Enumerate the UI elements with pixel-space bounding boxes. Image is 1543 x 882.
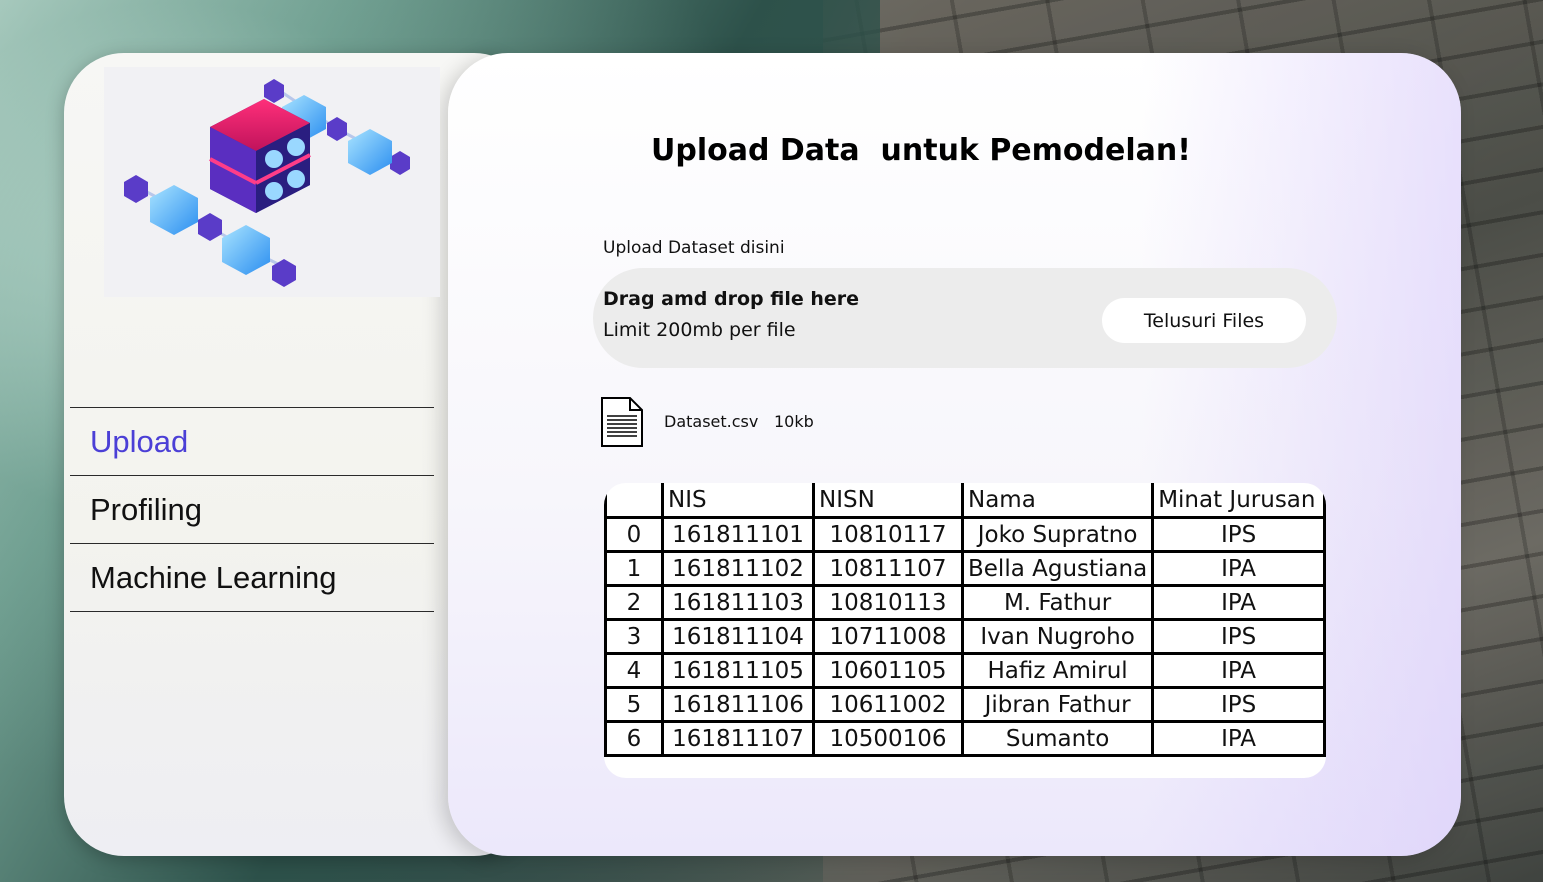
dropzone-limit-text: Limit 200mb per file (603, 319, 796, 341)
table-header-nis: NIS (661, 483, 815, 519)
browse-files-button[interactable]: Telusuri Files (1102, 298, 1306, 343)
table-cell: 0 (604, 516, 664, 553)
table-cell: 10811107 (812, 550, 964, 587)
data-server-network-illustration (104, 67, 440, 297)
table-cell: IPA (1151, 652, 1326, 689)
table-row: 4 161811105 10601105 Hafiz Amirul IPA (604, 652, 1326, 689)
table-cell: 161811101 (661, 516, 815, 553)
table-row: 5 161811106 10611002 Jibran Fathur IPS (604, 686, 1326, 723)
table-row: 6 161811107 10500106 Sumanto IPA (604, 720, 1326, 757)
sidebar-item-machine-learning[interactable]: Machine Learning (70, 543, 434, 612)
page-title: Upload Data untuk Pemodelan! (651, 133, 1191, 168)
table-cell: 10711008 (812, 618, 964, 655)
table-cell: 161811106 (661, 686, 815, 723)
table-cell: 161811103 (661, 584, 815, 621)
sidebar-nav: Upload Profiling Machine Learning (70, 407, 434, 612)
table-cell: IPS (1151, 686, 1326, 723)
table-cell: IPA (1151, 584, 1326, 621)
file-dropzone[interactable]: Drag amd drop file here Limit 200mb per … (593, 268, 1337, 368)
table-cell: Bella Agustiana (960, 550, 1155, 587)
table-cell: 10601105 (812, 652, 964, 689)
table-cell: 10810117 (812, 516, 964, 553)
table-cell: 161811104 (661, 618, 815, 655)
table-cell: 10611002 (812, 686, 964, 723)
table-row: 2 161811103 10810113 M. Fathur IPA (604, 584, 1326, 621)
table-cell: 1 (604, 550, 664, 587)
table-header-minat-jurusan: Minat Jurusan (1151, 483, 1326, 519)
table-row: 1 161811102 10811107 Bella Agustiana IPA (604, 550, 1326, 587)
table-cell: 3 (604, 618, 664, 655)
table-header-row: NIS NISN Nama Minat Jurusan (604, 483, 1326, 519)
table-cell: 161811105 (661, 652, 815, 689)
table-cell: IPS (1151, 618, 1326, 655)
table-cell: 5 (604, 686, 664, 723)
table-cell: Sumanto (960, 720, 1155, 757)
table-cell: Ivan Nugroho (960, 618, 1155, 655)
table-cell: 6 (604, 720, 664, 757)
table-cell: M. Fathur (960, 584, 1155, 621)
upload-dataset-label: Upload Dataset disini (603, 238, 785, 258)
sidebar-item-upload[interactable]: Upload (70, 407, 434, 475)
dataset-preview-table: NIS NISN Nama Minat Jurusan 0 161811101 … (604, 483, 1326, 778)
table-cell: 10500106 (812, 720, 964, 757)
table-cell: IPS (1151, 516, 1326, 553)
table-cell: IPA (1151, 550, 1326, 587)
table-cell: 161811107 (661, 720, 815, 757)
server-cubes-icon (124, 79, 410, 287)
file-name: Dataset.csv (664, 412, 759, 431)
table-row: 3 161811104 10711008 Ivan Nugroho IPS (604, 618, 1326, 655)
table-cell: Hafiz Amirul (960, 652, 1155, 689)
table-cell: 2 (604, 584, 664, 621)
table-cell: 10810113 (812, 584, 964, 621)
table-header-nama: Nama (960, 483, 1155, 519)
sidebar-item-profiling[interactable]: Profiling (70, 475, 434, 543)
table-cell: Joko Supratno (960, 516, 1155, 553)
document-icon (601, 397, 643, 447)
table-cell: 4 (604, 652, 664, 689)
table-cell: IPA (1151, 720, 1326, 757)
table-cell: Jibran Fathur (960, 686, 1155, 723)
table-header-index (604, 483, 664, 519)
table-header-nisn: NISN (812, 483, 964, 519)
file-size: 10kb (774, 412, 814, 431)
table-cell: 161811102 (661, 550, 815, 587)
dropzone-title: Drag amd drop file here (603, 288, 860, 310)
table-row: 0 161811101 10810117 Joko Supratno IPS (604, 516, 1326, 553)
